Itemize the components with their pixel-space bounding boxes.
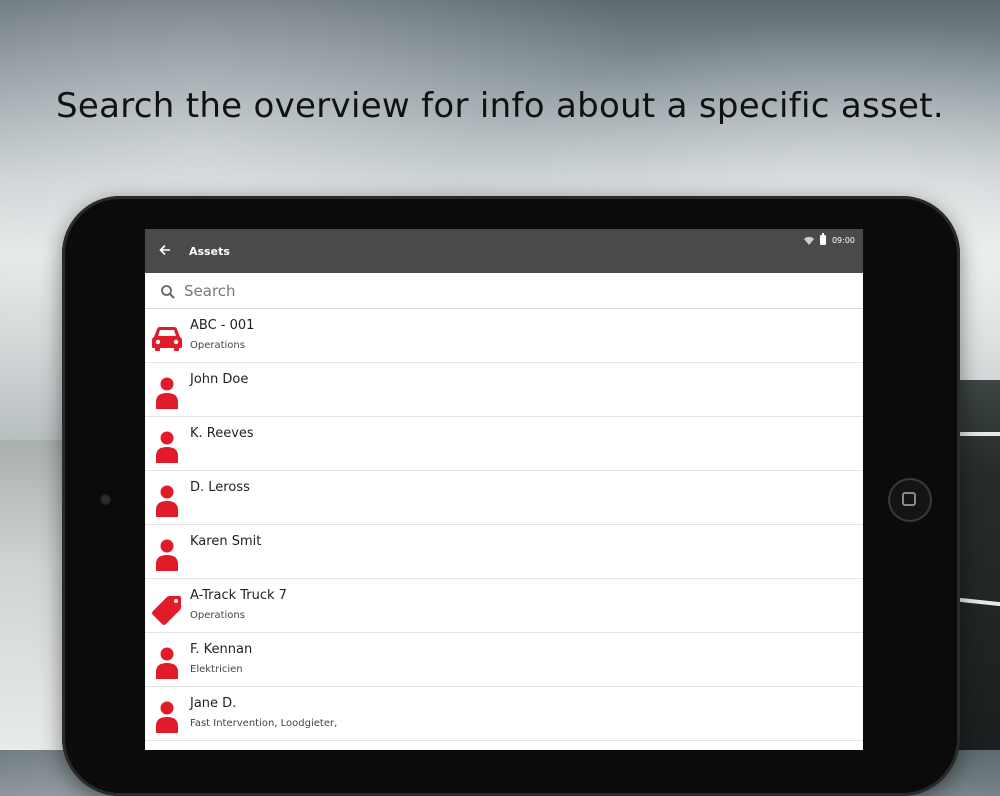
asset-name: Jane D. — [190, 696, 237, 711]
person-icon — [151, 425, 183, 465]
back-button[interactable] — [156, 241, 174, 259]
asset-name: D. Leross — [190, 480, 250, 495]
asset-list-item[interactable]: F. Kennan Elektricien — [145, 633, 863, 687]
asset-list-item[interactable]: K. Reeves — [145, 417, 863, 471]
wifi-icon — [803, 236, 814, 245]
person-icon — [151, 479, 183, 519]
asset-name: Karen Smit — [190, 534, 262, 549]
status-time: 09:00 — [831, 235, 855, 245]
search-bar — [145, 273, 863, 309]
tablet-camera — [100, 494, 111, 505]
asset-group: Fast Intervention, Loodgieter, — [190, 718, 338, 729]
home-icon — [902, 492, 916, 506]
asset-group: Elektricien — [190, 664, 243, 675]
search-input[interactable] — [184, 280, 824, 302]
person-icon — [151, 641, 183, 681]
asset-name: ABC - 001 — [190, 318, 255, 333]
person-icon — [151, 371, 183, 411]
tag-icon — [151, 587, 183, 627]
asset-list-item[interactable]: Karen Smit — [145, 525, 863, 579]
asset-list-item[interactable]: D. Leross — [145, 471, 863, 525]
search-icon — [161, 285, 175, 299]
asset-name: F. Kennan — [190, 642, 253, 657]
arrow-left-icon — [159, 244, 170, 256]
asset-name: K. Reeves — [190, 426, 254, 441]
asset-list: ABC - 001 Operations John Doe K. Reeves D. L… — [145, 309, 863, 741]
headline: Search the overview for info about a spe… — [55, 86, 944, 126]
app-screen: Assets 09:00 ABC - 001 Operations John Doe… — [145, 229, 863, 750]
status-bar: 09:00 — [803, 233, 855, 245]
asset-name: A-Track Truck 7 — [190, 588, 287, 603]
person-icon — [151, 533, 183, 573]
road-line — [960, 432, 1000, 436]
battery-icon — [819, 233, 826, 245]
asset-name: John Doe — [190, 372, 249, 387]
asset-list-item[interactable]: ABC - 001 Operations — [145, 309, 863, 363]
asset-group: Operations — [190, 340, 245, 351]
home-button[interactable] — [888, 478, 932, 522]
page-title: Assets — [189, 245, 230, 258]
person-icon — [151, 695, 183, 735]
app-bar: Assets 09:00 — [145, 229, 863, 273]
car-icon — [151, 317, 183, 357]
asset-group: Operations — [190, 610, 245, 621]
asset-list-item[interactable]: John Doe — [145, 363, 863, 417]
asset-list-item[interactable]: Jane D. Fast Intervention, Loodgieter, — [145, 687, 863, 741]
asset-list-item[interactable]: A-Track Truck 7 Operations — [145, 579, 863, 633]
